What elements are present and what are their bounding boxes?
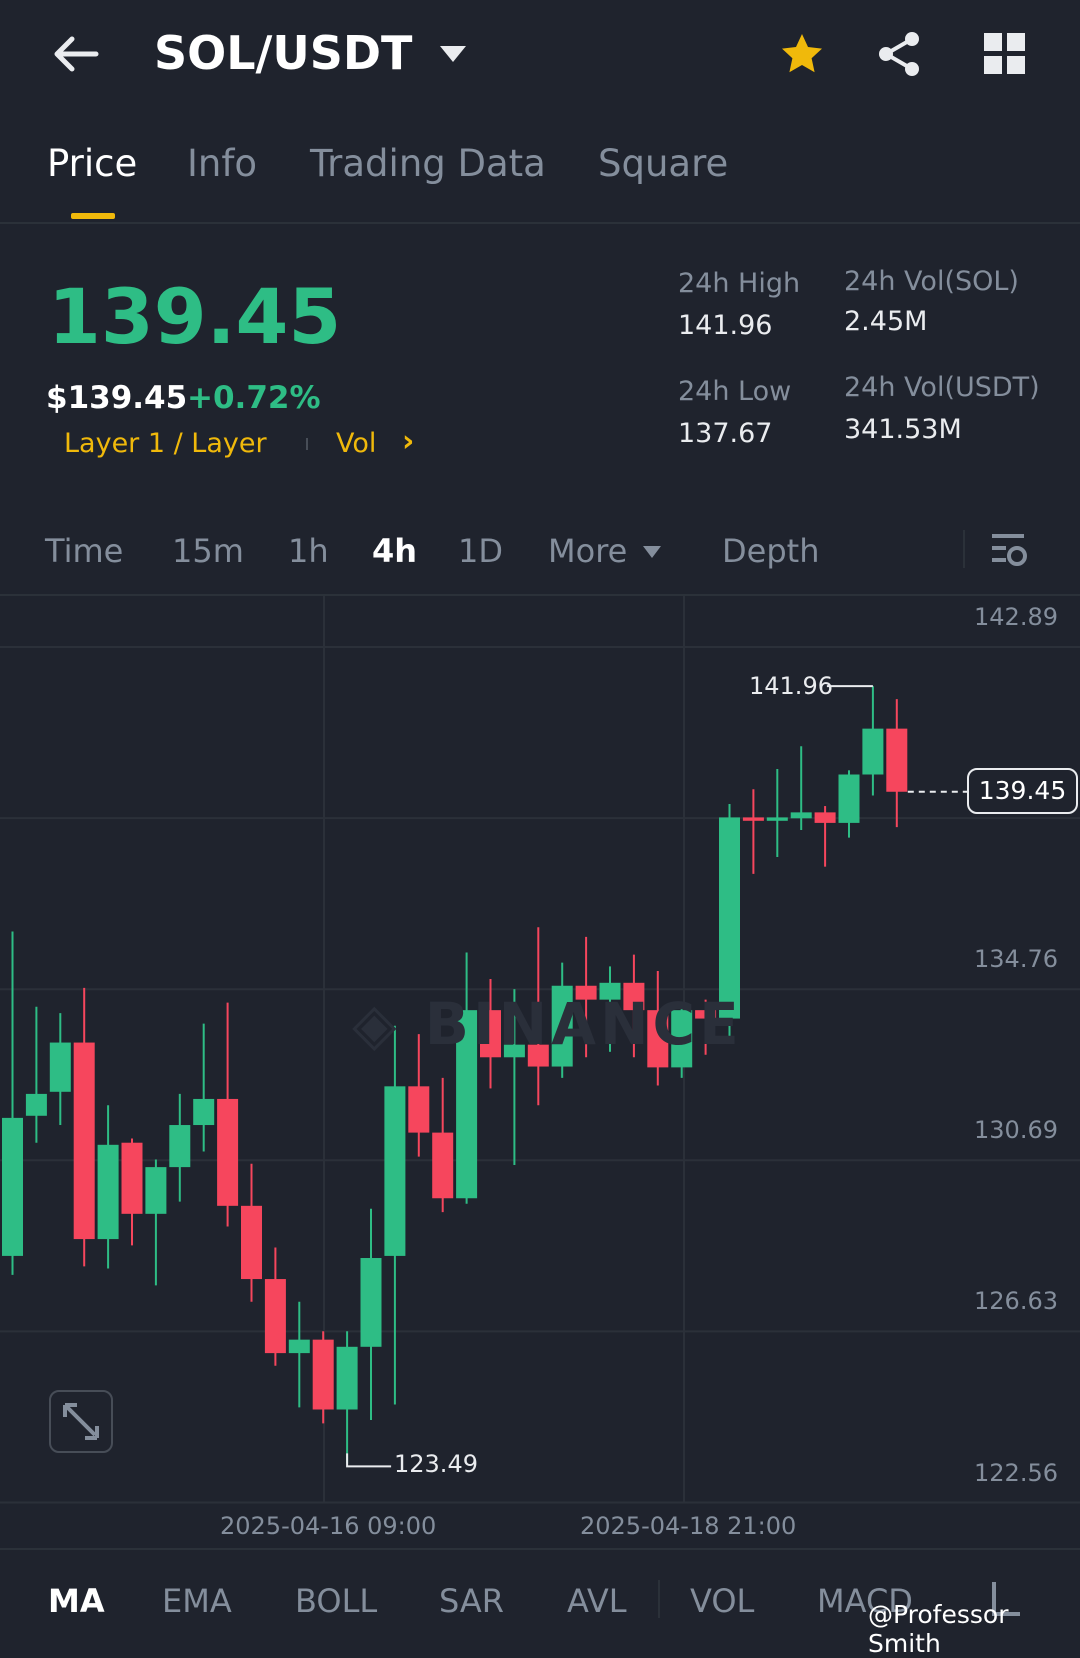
indicator-ma[interactable]: MA [48, 1582, 105, 1620]
candle-up [862, 728, 884, 775]
candle-up [336, 1346, 358, 1410]
y-tick-label: 122.56 [974, 1458, 1058, 1487]
candle-down [432, 1132, 454, 1199]
candle-up [169, 1125, 191, 1168]
candlestick-chart[interactable] [0, 0, 1080, 1641]
candle-up [145, 1167, 167, 1214]
chart-bottom-divider [0, 1548, 1080, 1550]
indicator-sar[interactable]: SAR [439, 1582, 504, 1620]
candle-down [312, 1339, 334, 1410]
fullscreen-button[interactable] [49, 1390, 113, 1453]
low-marker-line [346, 1453, 392, 1468]
x-tick-label: 2025-04-16 09:00 [220, 1512, 437, 1540]
current-price-label[interactable]: 139.45 [967, 768, 1078, 814]
indicator-avl[interactable]: AVL [567, 1582, 627, 1620]
candle-down [886, 728, 908, 792]
x-tick-label: 2025-04-18 21:00 [580, 1512, 797, 1540]
candle-down [241, 1205, 262, 1280]
candle-up [193, 1098, 215, 1126]
candle-up [838, 774, 860, 823]
candle-up [766, 817, 788, 821]
candle-down [814, 812, 836, 823]
indicator-vol[interactable]: VOL [690, 1582, 754, 1620]
y-tick-label: 126.63 [974, 1287, 1058, 1316]
candle-up [360, 1258, 382, 1347]
candle-up [384, 1086, 406, 1256]
candle-down [121, 1142, 143, 1214]
candle-up [719, 817, 740, 1019]
candle-down [264, 1279, 286, 1354]
indicator-boll[interactable]: BOLL [295, 1582, 377, 1620]
high-marker-label: 141.96 [749, 672, 833, 700]
candle-up [790, 812, 812, 819]
candle-down [73, 1042, 95, 1240]
y-tick-label: 134.76 [974, 945, 1058, 974]
candle-up [49, 1042, 71, 1092]
indicator-separator [658, 1580, 660, 1618]
expand-icon [63, 1403, 99, 1440]
candle-down [408, 1086, 430, 1133]
low-marker-label: 123.49 [394, 1450, 478, 1478]
candle-up [97, 1144, 119, 1240]
y-tick-label: 130.69 [974, 1116, 1058, 1145]
candle-up [25, 1093, 47, 1116]
footer-watermark: @Professor Smith [868, 1600, 1009, 1658]
candle-down [742, 817, 764, 821]
candle-up [2, 1117, 23, 1256]
indicator-ema[interactable]: EMA [162, 1582, 232, 1620]
candle-up [288, 1339, 310, 1354]
y-tick-label: 142.89 [974, 603, 1058, 631]
watermark: ◈ BINANCE [352, 990, 743, 1058]
candle-down [217, 1098, 239, 1206]
